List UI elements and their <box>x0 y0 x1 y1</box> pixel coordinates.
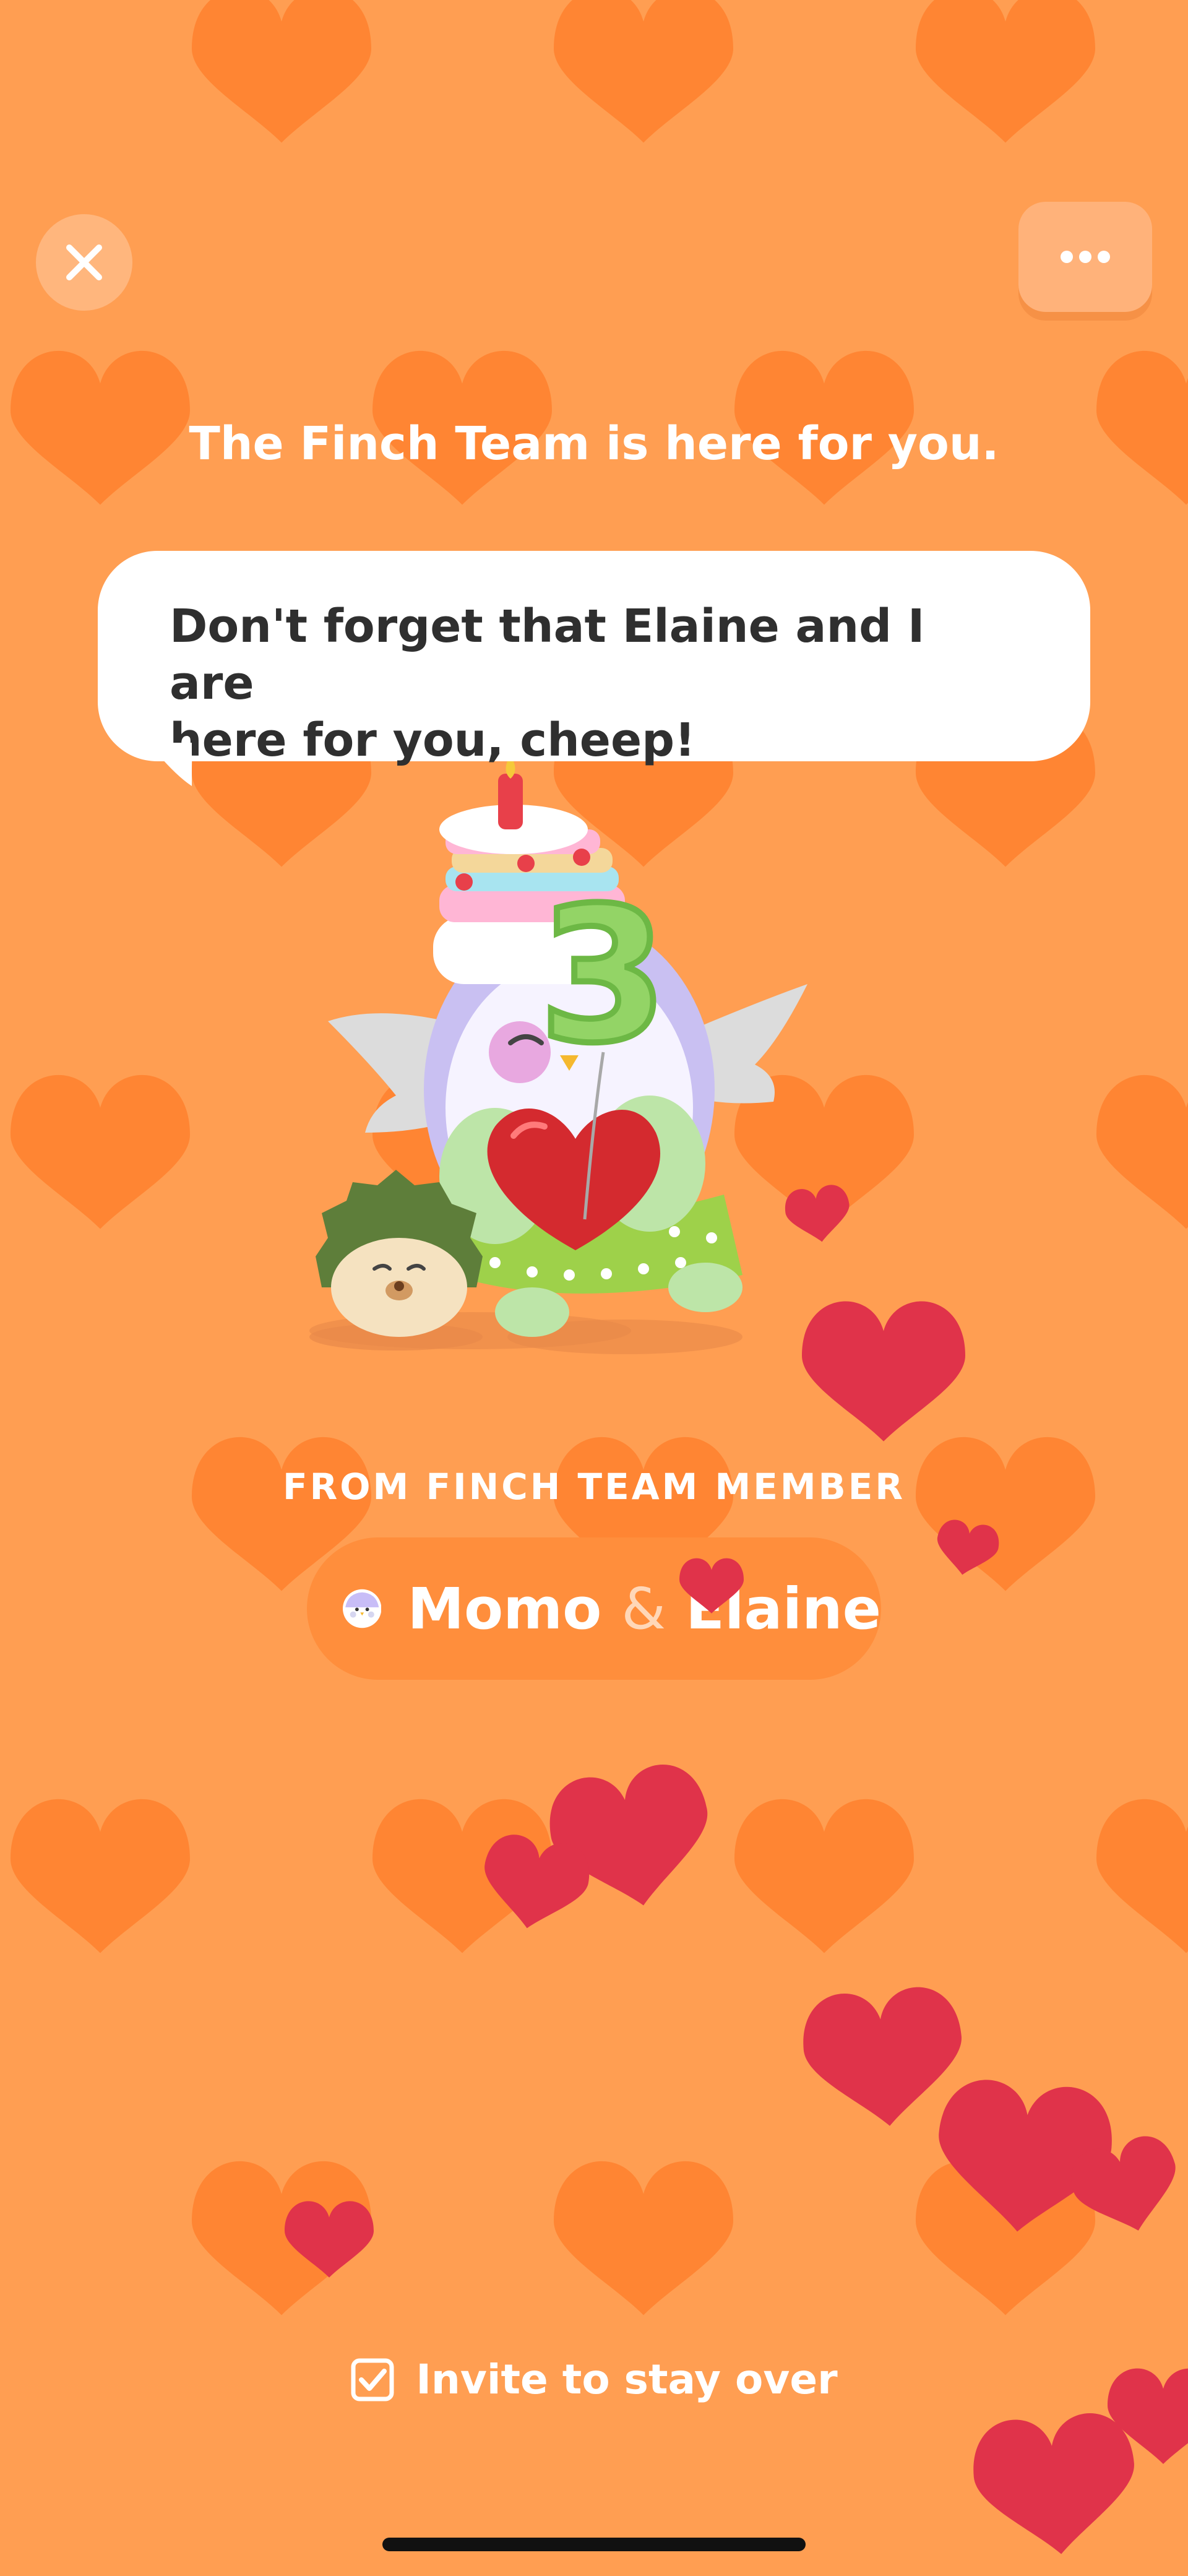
pet-illustration: 3 <box>309 755 807 1354</box>
close-button[interactable] <box>36 214 132 311</box>
from-label: FROM FINCH TEAM MEMBER <box>282 1466 906 1508</box>
invite-toggle-row[interactable]: Invite to stay over <box>0 2356 1188 2403</box>
name-second: Elaine <box>686 1575 881 1642</box>
speech-bubble: Don't forget that Elaine and I are here … <box>98 551 1090 767</box>
home-indicator <box>382 2538 806 2551</box>
balloon-number: 3 <box>539 868 668 1084</box>
speech-line-1: Don't forget that Elaine and I are <box>170 600 925 710</box>
header-title: The Finch Team is here for you. <box>189 417 999 470</box>
team-member-name: Momo & Elaine <box>407 1576 881 1642</box>
checkbox-checked-icon[interactable] <box>350 2358 395 2402</box>
speech-line-2: here for you, cheep! <box>170 714 695 767</box>
close-icon <box>66 244 102 280</box>
name-ampersand: & <box>621 1575 666 1642</box>
speech-bubble-tail <box>148 743 192 786</box>
team-member-pill[interactable]: Momo & Elaine <box>307 1537 881 1680</box>
bird-avatar-icon <box>343 1589 382 1628</box>
invite-label: Invite to stay over <box>416 2356 838 2403</box>
name-first: Momo <box>407 1575 602 1642</box>
illustration-layer: 3 <box>309 755 807 1354</box>
more-options-button[interactable] <box>1018 202 1152 312</box>
more-icon <box>1061 251 1110 263</box>
